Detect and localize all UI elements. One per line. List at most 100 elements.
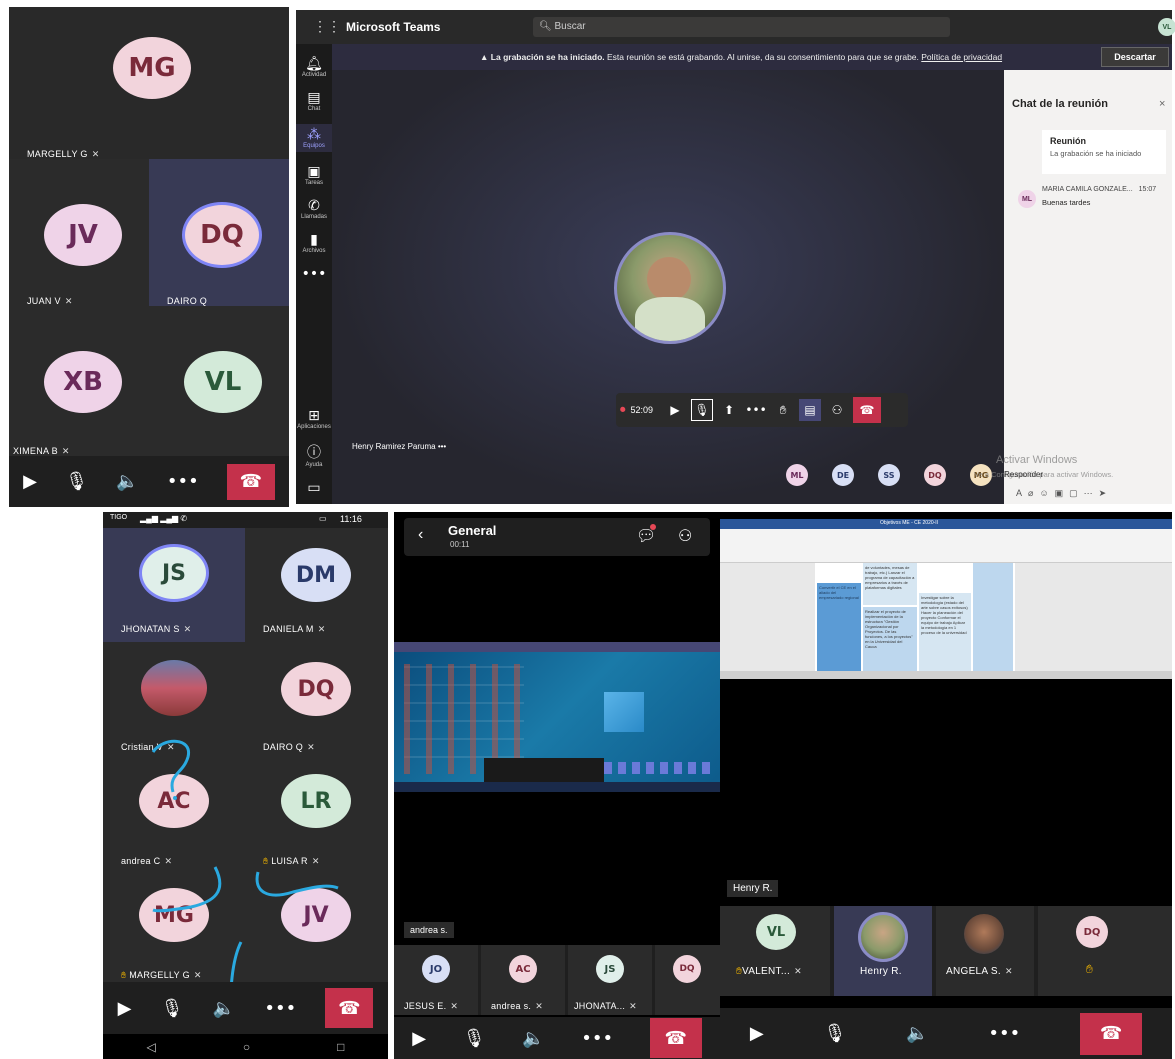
camera-off-icon[interactable]: ▶ <box>23 471 37 492</box>
tile-margelly[interactable]: MG MARGELLY G ✕ <box>9 7 289 159</box>
rail-more[interactable]: ••• <box>302 266 327 282</box>
avatar[interactable]: VL <box>1158 18 1175 36</box>
participant-chip[interactable]: DE <box>832 464 854 486</box>
participant-tile[interactable]: Henry R. <box>834 906 932 996</box>
tile-dairo[interactable]: DQ DAIRO Q <box>149 159 289 306</box>
back-icon[interactable]: ‹ <box>418 526 423 544</box>
camera-off-icon[interactable]: ▶ <box>412 1028 426 1049</box>
more-icon[interactable]: ••• <box>264 998 296 1019</box>
chat-icon[interactable]: ▤ <box>799 399 822 421</box>
hangup-button[interactable]: ☎ <box>853 397 882 423</box>
more-icon[interactable]: ••• <box>581 1028 613 1049</box>
participants-icon[interactable]: ⚇ <box>826 399 848 421</box>
privacy-link[interactable]: Política de privacidad <box>921 52 1002 62</box>
panel-screen-share: ‹ General 00:11 💬︎ ⚇ andrea s. JO JESUS … <box>394 512 720 1059</box>
rail-device[interactable]: ▭ <box>307 480 320 496</box>
avatar: AC <box>509 955 537 983</box>
gif-icon[interactable]: ▣ <box>1055 488 1070 498</box>
meeting-timer: 52:09 <box>630 405 654 415</box>
participant-name: andrea s. ✕ <box>491 1001 544 1011</box>
files-icon: ▮ <box>310 232 318 248</box>
rail-equipos[interactable]: ⁂ Equipos <box>296 124 332 152</box>
rail-help[interactable]: ⓘ Ayuda <box>306 442 323 468</box>
more-icon[interactable]: ⋯ <box>1084 488 1099 498</box>
teams-icon: ⁂ <box>307 127 321 143</box>
send-icon[interactable]: ➤ <box>1099 488 1113 498</box>
participant-chip[interactable]: SS <box>878 464 900 486</box>
avatar: ML <box>1018 190 1036 208</box>
record-indicator-icon: ⏺ <box>620 403 626 416</box>
participant-chip[interactable]: DQ <box>924 464 946 486</box>
hangup-button[interactable]: ☎ <box>325 988 374 1028</box>
android-nav: ◁ ○ □ <box>103 1034 388 1059</box>
table-cell: Investigar sobre la metodología (estado … <box>919 593 971 675</box>
camera-off-icon[interactable]: ▶ <box>118 998 132 1019</box>
rail-apps[interactable]: ⊞ Aplicaciones <box>297 408 331 430</box>
mic-off-icon[interactable]: 🎙︎ <box>691 399 714 421</box>
hangup-button[interactable]: ☎ <box>1080 1012 1143 1055</box>
rail-tareas[interactable]: ▣ Tareas <box>305 164 323 186</box>
avatar: VL <box>184 351 262 413</box>
recents-icon[interactable]: □ <box>337 1040 344 1054</box>
search-input[interactable]: 🔍︎ Buscar <box>533 17 950 37</box>
more-icon[interactable]: ••• <box>167 471 199 492</box>
app-launcher-icon[interactable]: ⋮⋮ <box>313 18 341 35</box>
rail-chat[interactable]: ▤ Chat <box>307 90 320 112</box>
camera-off-icon[interactable]: ▶ <box>664 399 686 421</box>
watermark: Activar Windows <box>996 454 1078 466</box>
share-icon[interactable]: ⬆ <box>718 399 740 421</box>
dismiss-button[interactable]: Descartar <box>1101 47 1169 67</box>
tile-juan[interactable]: JV JUAN V ✕ <box>9 159 149 306</box>
app-title: Microsoft Teams <box>346 20 441 34</box>
speaker-icon[interactable]: 🔈 <box>522 1028 544 1049</box>
hangup-button[interactable]: ☎ <box>226 463 275 500</box>
speaker-icon[interactable]: 🔈 <box>116 471 138 492</box>
watermark: Ve a Configuración para activar Windows. <box>974 470 1114 479</box>
avatar: MG <box>113 37 191 99</box>
mic-off-icon[interactable]: 🎙 <box>824 1023 847 1044</box>
table-cell: de voluntades, mesas de trabajo, etc.) L… <box>863 563 917 605</box>
participant-tile[interactable]: AC andrea s. ✕ <box>481 945 565 1015</box>
tile-ximena[interactable]: XB XIMENA B ✕ <box>9 306 149 456</box>
call-timer: 00:11 <box>450 540 470 549</box>
home-icon[interactable]: ○ <box>243 1040 250 1054</box>
speaker-icon[interactable]: 🔈 <box>213 998 235 1019</box>
close-icon[interactable]: × <box>1159 98 1165 110</box>
participants-icon[interactable]: ⚇ <box>678 526 692 546</box>
header: ‹ General 00:11 💬︎ ⚇ <box>404 518 710 556</box>
compose-toolbar: A⌀☺▣▢⋯➤ <box>1016 488 1112 499</box>
participant-tile[interactable]: DQ ✋︎ <box>1038 906 1172 996</box>
more-icon[interactable]: ••• <box>745 399 767 421</box>
rail-llamadas[interactable]: ✆ Llamadas <box>301 198 327 220</box>
participant-name: ✋︎VALENT... ✕ <box>736 966 802 977</box>
speaker-icon[interactable]: 🔈 <box>906 1023 928 1044</box>
participant-tile[interactable]: ANGELA S. ✕ <box>936 906 1034 996</box>
participant-tile[interactable]: DQ <box>655 945 720 1015</box>
mic-off-icon[interactable]: 🎙 <box>463 1028 486 1049</box>
hangup-button[interactable]: ☎ <box>649 1018 702 1058</box>
format-icon[interactable]: A <box>1016 488 1028 498</box>
participant-chip[interactable]: ML <box>786 464 808 486</box>
call-controls: ▶ 🎙 🔈 ••• ☎ <box>720 1008 1172 1059</box>
call-controls: ▶ 🎙 🔈 ••• ☎ <box>103 982 388 1034</box>
participant-tile[interactable]: JO JESUS E. ✕ <box>394 945 478 1015</box>
more-icon[interactable]: ••• <box>988 1023 1020 1044</box>
participant-tile[interactable]: VL ✋︎VALENT... ✕ <box>720 906 830 996</box>
rail-archivos[interactable]: ▮ Archivos <box>302 232 325 254</box>
sticker-icon[interactable]: ▢ <box>1069 488 1084 498</box>
rail-actividad[interactable]: 🔔︎ Actividad <box>302 56 326 78</box>
back-icon[interactable]: ◁ <box>147 1040 156 1054</box>
mic-off-icon[interactable]: 🎙 <box>65 471 88 492</box>
raise-hand-icon[interactable]: ✋︎ <box>772 399 794 421</box>
apps-icon: ⊞ <box>308 408 320 424</box>
attach-icon[interactable]: ⌀ <box>1028 488 1039 498</box>
camera-off-icon[interactable]: ▶ <box>750 1023 764 1044</box>
mic-off-icon[interactable]: 🎙 <box>161 998 184 1019</box>
reply-input[interactable]: Responder <box>1004 470 1043 479</box>
participant-tile[interactable]: JS JHONATA... ✕ <box>568 945 652 1015</box>
left-rail: 🔔︎ Actividad ▤ Chat ⁂ Equipos ▣ Tareas ✆ Llam… <box>296 44 332 504</box>
tile-vl[interactable]: VL <box>149 306 289 456</box>
emoji-icon[interactable]: ☺ <box>1039 488 1054 498</box>
recording-banner: ▲ La grabación se ha iniciado. Esta reun… <box>332 44 1172 70</box>
call-controls: ▶ 🎙 🔈 ••• ☎ <box>9 456 289 507</box>
